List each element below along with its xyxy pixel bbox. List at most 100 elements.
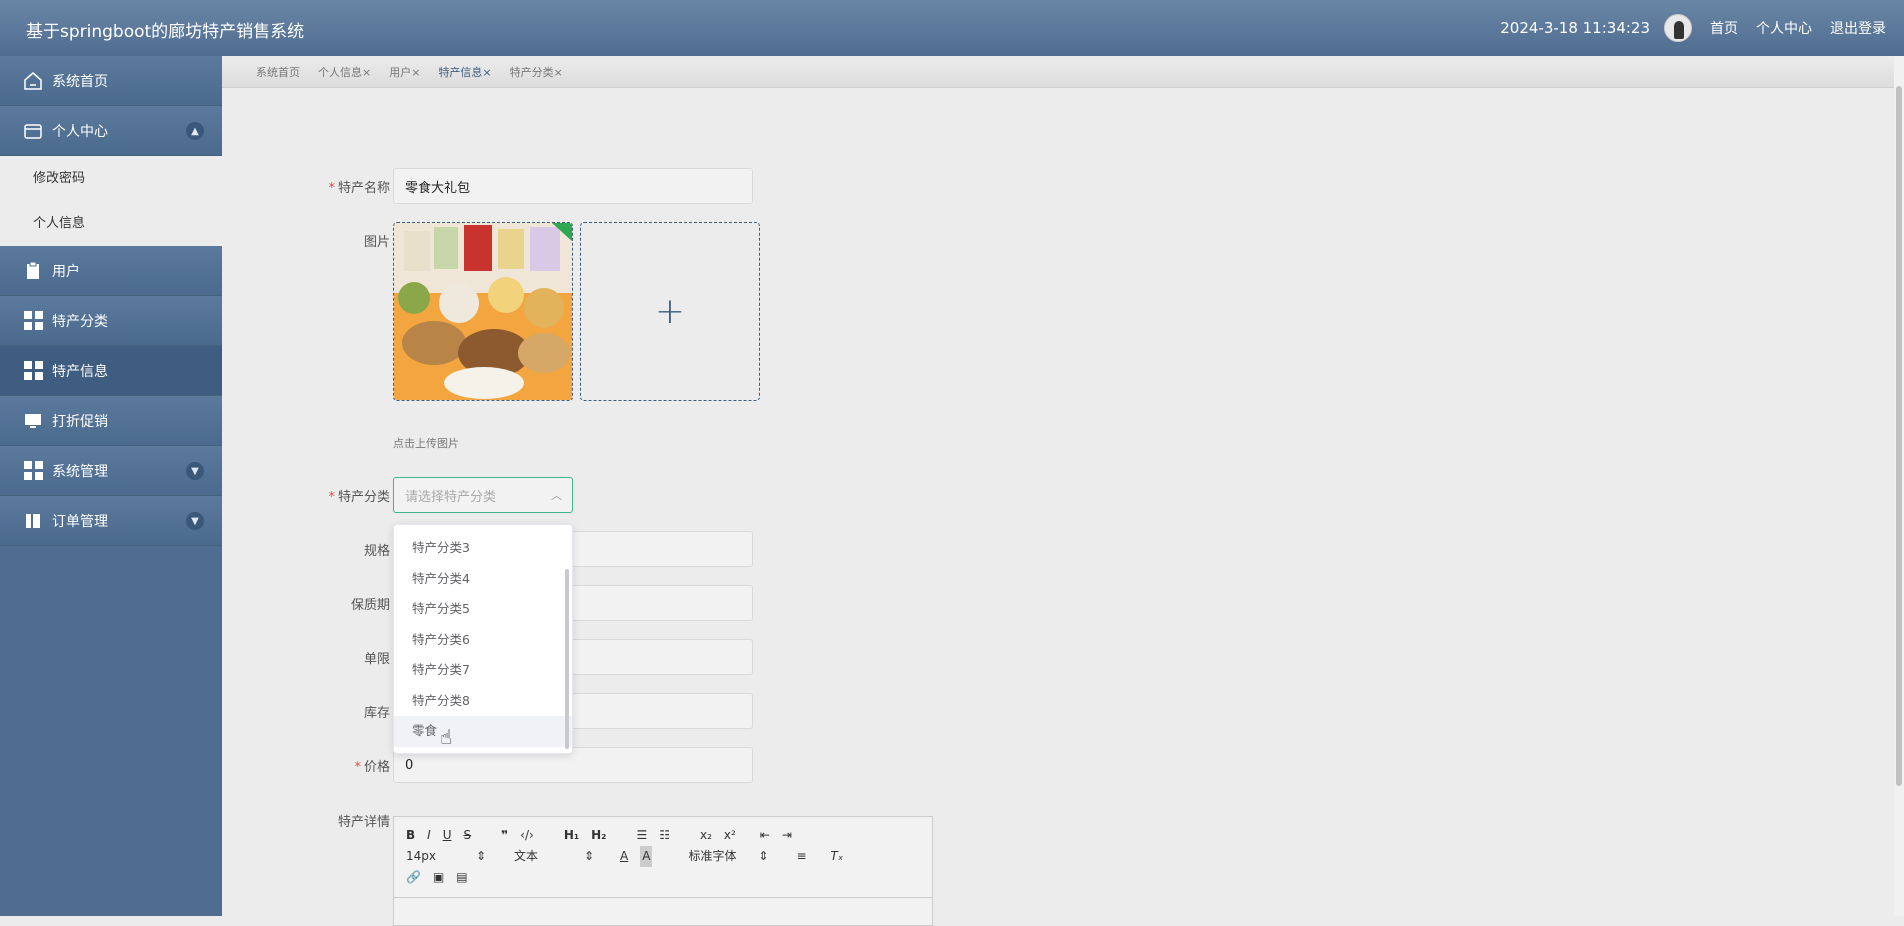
heading2-icon[interactable]: H₂ bbox=[591, 825, 606, 846]
home-icon bbox=[22, 70, 44, 92]
grid-icon bbox=[22, 310, 44, 332]
bold-icon[interactable]: B bbox=[406, 825, 415, 846]
wallet-icon bbox=[22, 120, 44, 142]
header-profile-link[interactable]: 个人中心 bbox=[1756, 18, 1812, 38]
quote-icon[interactable]: ❞ bbox=[501, 825, 508, 846]
top-bar: 基于springboot的廊坊特产销售系统 2024-3-18 11:34:23… bbox=[0, 0, 1904, 56]
clear-format-icon[interactable]: Tₓ bbox=[831, 846, 844, 867]
background-color-icon[interactable]: A bbox=[640, 846, 653, 867]
sidebar-item-order[interactable]: 订单管理 ▼ bbox=[0, 496, 222, 546]
sidebar-item-label: 用户 bbox=[52, 263, 80, 280]
sidebar-item-personal[interactable]: 个人中心 ▲ bbox=[0, 106, 222, 156]
sidebar-item-label: 特产信息 bbox=[52, 363, 108, 380]
text-type-select[interactable]: 文本 ⇕ bbox=[514, 846, 594, 867]
grid-icon bbox=[22, 360, 44, 382]
header-logout-link[interactable]: 退出登录 bbox=[1830, 18, 1886, 38]
dropdown-option[interactable]: 零食 bbox=[394, 716, 572, 747]
underline-icon[interactable]: U bbox=[443, 825, 452, 846]
subscript-icon[interactable]: x₂ bbox=[700, 825, 712, 846]
tab-category[interactable]: 特产分类× bbox=[510, 64, 563, 80]
chevron-down-icon[interactable]: ▼ bbox=[186, 512, 204, 530]
chevron-up-icon: ︿ bbox=[551, 489, 562, 502]
tab-bar: 系统首页 个人信息× 用户× 特产信息× 特产分类× bbox=[222, 56, 1904, 88]
uploaded-image[interactable] bbox=[393, 222, 573, 401]
chevron-down-icon[interactable]: ▼ bbox=[186, 462, 204, 480]
editor-toolbar: B I U S ❞ ‹/› H₁ H₂ ☰ ☷ x₂ x² ⇤ ⇥ 14px ⇕ … bbox=[394, 817, 932, 896]
hand-cursor-icon: ☝ bbox=[440, 725, 453, 749]
sidebar-item-user[interactable]: 用户 bbox=[0, 246, 222, 296]
font-size-select[interactable]: 14px ⇕ bbox=[406, 846, 486, 867]
heading1-icon[interactable]: H₁ bbox=[564, 825, 579, 846]
font-color-icon[interactable]: A bbox=[620, 846, 628, 867]
code-icon[interactable]: ‹/› bbox=[520, 825, 534, 846]
indent-icon[interactable]: ⇥ bbox=[782, 825, 792, 846]
header-home-link[interactable]: 首页 bbox=[1710, 18, 1738, 38]
avatar[interactable] bbox=[1664, 14, 1692, 42]
select-arrows-icon: ⇕ bbox=[758, 849, 769, 863]
field-label-stock: 库存 bbox=[363, 706, 390, 721]
sidebar-subitem-info[interactable]: 个人信息 bbox=[0, 201, 222, 246]
sidebar-item-label: 系统管理 bbox=[52, 463, 108, 480]
name-input[interactable]: 零食大礼包 bbox=[393, 168, 753, 204]
chevron-up-icon[interactable]: ▲ bbox=[186, 122, 204, 140]
sidebar-item-category[interactable]: 特产分类 bbox=[0, 296, 222, 346]
monitor-icon bbox=[22, 410, 44, 432]
sidebar-item-system[interactable]: 系统管理 ▼ bbox=[0, 446, 222, 496]
category-placeholder: 请选择特产分类 bbox=[405, 489, 497, 505]
datetime-display: 2024-3-18 11:34:23 bbox=[1500, 19, 1650, 37]
category-select[interactable]: 请选择特产分类 ︿ bbox=[393, 477, 573, 513]
field-label-limit: 单限 bbox=[363, 652, 390, 667]
scrollbar-thumb[interactable] bbox=[1896, 86, 1902, 786]
tab-user[interactable]: 用户× bbox=[389, 64, 420, 80]
editor-divider bbox=[394, 897, 932, 898]
image-icon[interactable]: ▣ bbox=[433, 867, 444, 888]
sidebar-item-label: 系统首页 bbox=[52, 73, 108, 90]
superscript-icon[interactable]: x² bbox=[724, 825, 736, 846]
sidebar-item-product[interactable]: 特产信息 bbox=[0, 346, 222, 396]
grid-icon bbox=[22, 460, 44, 482]
sidebar-item-label: 特产分类 bbox=[52, 313, 108, 330]
book-icon bbox=[22, 510, 44, 532]
upload-add-button[interactable]: + bbox=[580, 222, 760, 401]
link-icon[interactable]: 🔗 bbox=[406, 867, 421, 888]
ordered-list-icon[interactable]: ☰ bbox=[636, 825, 647, 846]
select-arrows-icon: ⇕ bbox=[475, 849, 486, 863]
italic-icon[interactable]: I bbox=[427, 825, 431, 846]
field-label-image: 图片 bbox=[363, 235, 390, 250]
field-label-detail: 特产详情 bbox=[337, 815, 390, 830]
sidebar-subitem-password[interactable]: 修改密码 bbox=[0, 156, 222, 201]
dropdown-scrollbar[interactable] bbox=[565, 569, 569, 749]
tab-personal-info[interactable]: 个人信息× bbox=[318, 64, 371, 80]
dropdown-option[interactable]: 特产分类3 bbox=[394, 533, 572, 564]
page-scrollbar[interactable] bbox=[1894, 56, 1904, 916]
clipboard-icon bbox=[22, 260, 44, 282]
snack-photo bbox=[394, 223, 572, 400]
sidebar-item-home[interactable]: 系统首页 bbox=[0, 56, 222, 106]
sidebar-item-discount[interactable]: 打折促销 bbox=[0, 396, 222, 446]
submenu-personal: 修改密码 个人信息 bbox=[0, 156, 222, 246]
header-right: 2024-3-18 11:34:23 首页 个人中心 退出登录 bbox=[1500, 0, 1896, 56]
plus-icon: + bbox=[654, 291, 686, 332]
strike-icon[interactable]: S bbox=[464, 825, 472, 846]
field-label-spec: 规格 bbox=[363, 544, 390, 559]
dropdown-option[interactable]: 特产分类7 bbox=[394, 655, 572, 686]
rich-text-editor[interactable]: B I U S ❞ ‹/› H₁ H₂ ☰ ☷ x₂ x² ⇤ ⇥ 14px ⇕ … bbox=[393, 816, 933, 926]
video-icon[interactable]: ▤ bbox=[456, 867, 467, 888]
bullet-list-icon[interactable]: ☷ bbox=[659, 825, 670, 846]
outdent-icon[interactable]: ⇤ bbox=[760, 825, 770, 846]
dropdown-option[interactable]: 特产分类6 bbox=[394, 625, 572, 656]
field-label-name: * 特产名称 bbox=[328, 181, 390, 196]
dropdown-option[interactable]: 特产分类5 bbox=[394, 594, 572, 625]
dropdown-option[interactable]: 特产分类4 bbox=[394, 564, 572, 595]
tab-product[interactable]: 特产信息× bbox=[438, 64, 491, 80]
dropdown-option[interactable]: 特产分类8 bbox=[394, 686, 572, 717]
app-title: 基于springboot的廊坊特产销售系统 bbox=[26, 22, 305, 42]
sidebar-item-label: 打折促销 bbox=[52, 413, 108, 430]
field-label-category: * 特产分类 bbox=[328, 490, 390, 505]
field-label-shelf: 保质期 bbox=[350, 598, 390, 613]
tab-home[interactable]: 系统首页 bbox=[256, 64, 300, 80]
align-icon[interactable]: ≡ bbox=[796, 846, 806, 867]
field-label-price: * 价格 bbox=[354, 760, 390, 775]
font-family-select[interactable]: 标准字体 ⇕ bbox=[688, 846, 768, 867]
category-dropdown: 特产分类3 特产分类4 特产分类5 特产分类6 特产分类7 特产分类8 零食 bbox=[393, 524, 573, 754]
